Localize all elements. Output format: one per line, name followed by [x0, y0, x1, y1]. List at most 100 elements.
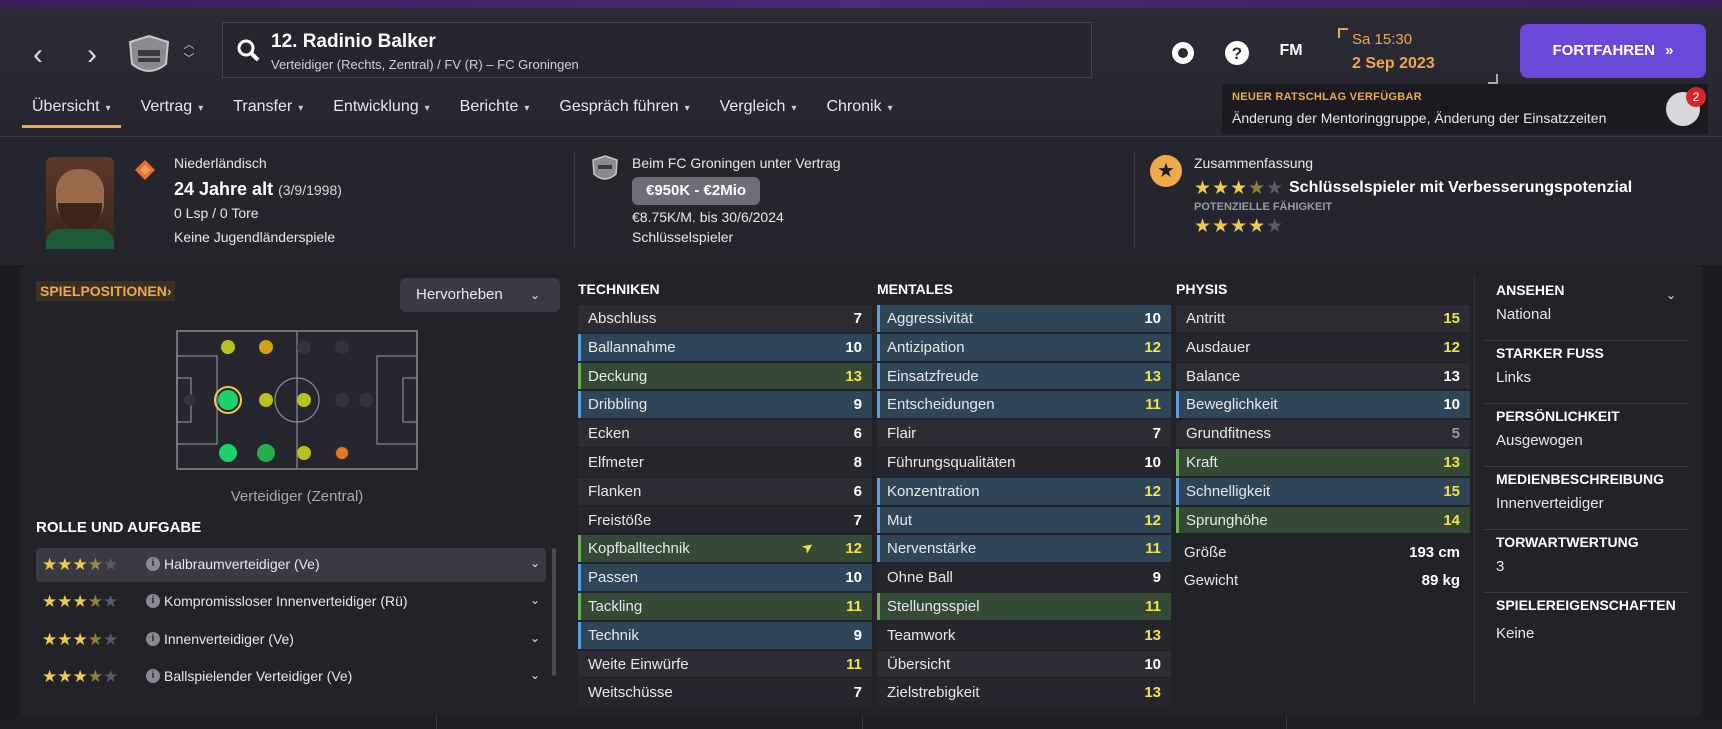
attribute-row[interactable]: Mut 12	[877, 506, 1171, 535]
tab-reports[interactable]: Berichte ▾	[448, 88, 542, 128]
tab-compare[interactable]: Vergleich ▾	[708, 88, 809, 128]
chevron-down-icon[interactable]: ⌄	[530, 668, 540, 682]
attribute-row[interactable]: Deckung 13	[578, 362, 872, 391]
forward-arrow-icon[interactable]: ›	[78, 38, 106, 74]
info-icon[interactable]: i	[146, 669, 160, 683]
attribute-row[interactable]: Nervenstärke 11	[877, 534, 1171, 563]
tab-contract[interactable]: Vertrag ▾	[129, 88, 216, 128]
fm-menu-button[interactable]: FM	[1276, 42, 1306, 72]
attribute-row[interactable]: Passen 10	[578, 563, 872, 592]
chevron-down-icon[interactable]: ⌄	[1666, 288, 1676, 302]
attribute-row[interactable]: Schnelligkeit 15	[1176, 477, 1470, 506]
personality-block: PERSÖNLICHKEIT Ausgewogen	[1484, 404, 1688, 467]
role-row[interactable]: ★★★★★ i Innenverteidiger (Ve) ⌄	[36, 623, 546, 657]
attribute-row[interactable]: Zielstrebigkeit 13	[877, 678, 1171, 707]
attribute-row[interactable]: Sprunghöhe 14	[1176, 506, 1470, 535]
svg-text:?: ?	[1232, 44, 1242, 63]
tab-label: Berichte	[459, 98, 519, 115]
side-heading: ANSEHEN	[1496, 282, 1565, 298]
reputation-block[interactable]: ANSEHEN National ⌄	[1484, 278, 1688, 341]
attribute-row[interactable]: Ballannahme 10	[578, 333, 872, 362]
attribute-value: 13	[1144, 626, 1161, 644]
attribute-row[interactable]: Balance 13	[1176, 362, 1470, 391]
back-arrow-icon[interactable]: ‹	[24, 38, 52, 74]
chevron-down-icon[interactable]: ⌄	[530, 593, 540, 607]
attribute-value: 11	[846, 655, 862, 673]
attribute-value: 7	[1152, 425, 1161, 443]
side-heading: TORWARTWERTUNG	[1496, 534, 1639, 550]
attribute-row[interactable]: Ohne Ball 9	[877, 563, 1171, 592]
world-ball-icon[interactable]	[1168, 38, 1198, 68]
attribute-row[interactable]: Flair 7	[877, 419, 1171, 448]
attribute-row[interactable]: Weite Einwürfe 11	[578, 650, 872, 679]
continue-button[interactable]: FORTFAHREN »	[1520, 24, 1706, 78]
role-row[interactable]: ★★★★★ i Halbraumverteidiger (Ve) ⌄	[36, 548, 546, 582]
value-badge[interactable]: €950K - €2Mio	[632, 177, 761, 205]
tab-interaction[interactable]: Gespräch führen ▾	[547, 88, 701, 128]
player-header-box[interactable]: 12. Radinio Balker Verteidiger (Rechts, …	[222, 22, 1092, 78]
date-time-block[interactable]: Sa 15:30 2 Sep 2023	[1338, 28, 1498, 84]
attribute-value: 10	[1443, 396, 1460, 414]
chevron-down-icon: ▾	[198, 103, 204, 114]
chevron-down-icon[interactable]: ⌄	[530, 556, 540, 570]
role-row[interactable]: ★★★★★ i Kompromissloser Innenverteidiger…	[36, 585, 546, 619]
netherlands-flag-icon[interactable]	[134, 159, 156, 181]
attribute-row[interactable]: Antritt 15	[1176, 304, 1470, 333]
attribute-value: 11	[1145, 540, 1161, 558]
double-chevron-icon: »	[1665, 42, 1674, 59]
positions-title-link[interactable]: SPIELPOSITIONEN›	[36, 281, 176, 301]
role-stars: ★★★★★	[42, 592, 119, 611]
attribute-row[interactable]: Grundfitness 5	[1176, 419, 1470, 448]
attribute-row[interactable]: Antizipation 12	[877, 333, 1171, 362]
club-crest-icon[interactable]	[590, 155, 620, 185]
tab-history[interactable]: Chronik ▾	[814, 88, 904, 128]
role-stars: ★★★★★	[42, 667, 119, 686]
attribute-row[interactable]: Aggressivität 10	[877, 304, 1171, 333]
tab-development[interactable]: Entwicklung ▾	[321, 88, 441, 128]
attribute-row[interactable]: Abschluss 7	[578, 304, 872, 333]
position-pitch[interactable]	[176, 330, 418, 470]
tab-overview[interactable]: Übersicht ▾	[20, 88, 123, 128]
attribute-value: 6	[853, 425, 862, 443]
attribute-row[interactable]: Stellungsspiel 11	[877, 592, 1171, 621]
attribute-row[interactable]: Weitschüsse 7	[578, 678, 872, 707]
attribute-row[interactable]: Technik 9	[578, 621, 872, 650]
search-icon[interactable]	[235, 37, 261, 63]
attribute-row[interactable]: Konzentration 12	[877, 477, 1171, 506]
attribute-row[interactable]: Führungsqualitäten 10	[877, 448, 1171, 477]
player-portrait[interactable]	[46, 157, 114, 249]
roles-scrollbar[interactable]	[552, 548, 556, 676]
attribute-name: Sprunghöhe	[1186, 511, 1268, 529]
player-info-strip: Niederländisch 24 Jahre alt (3/9/1998) 0…	[0, 137, 1722, 265]
star-icon: ★	[1150, 155, 1182, 187]
attribute-row[interactable]: Ausdauer 12	[1176, 333, 1470, 362]
attribute-row[interactable]: Kopfballtechnik 12 ➤	[578, 534, 872, 563]
club-crest-icon[interactable]	[126, 34, 172, 80]
attribute-row[interactable]: Elfmeter 8	[578, 448, 872, 477]
tab-transfer[interactable]: Transfer ▾	[221, 88, 315, 128]
attribute-row[interactable]: Dribbling 9	[578, 390, 872, 419]
attribute-row[interactable]: Einsatzfreude 13	[877, 362, 1171, 391]
preferred-foot-block: STARKER FUSS Links	[1484, 341, 1688, 404]
attribute-name: Weitschüsse	[588, 684, 673, 702]
help-icon[interactable]: ?	[1222, 38, 1252, 68]
attribute-row[interactable]: Teamwork 13	[877, 621, 1171, 650]
attribute-row[interactable]: Flanken 6	[578, 477, 872, 506]
info-icon[interactable]: i	[146, 632, 160, 646]
side-heading: PERSÖNLICHKEIT	[1496, 408, 1620, 424]
attribute-row[interactable]: Entscheidungen 11	[877, 390, 1171, 419]
info-icon[interactable]: i	[146, 594, 160, 608]
attribute-row[interactable]: Ecken 6	[578, 419, 872, 448]
player-switch-arrows[interactable]: ︿ ﹀	[180, 38, 198, 66]
attribute-row[interactable]: Beweglichkeit 10	[1176, 390, 1470, 419]
highlight-dropdown[interactable]: Hervorheben ⌄	[400, 278, 560, 312]
attribute-row[interactable]: Übersicht 10	[877, 650, 1171, 679]
attribute-row[interactable]: Kraft 13	[1176, 448, 1470, 477]
role-row[interactable]: ★★★★★ i Ballspielender Verteidiger (Ve) …	[36, 660, 546, 694]
advice-notification[interactable]: NEUER RATSCHLAG VERFÜGBAR Änderung der M…	[1222, 84, 1708, 134]
chevron-down-icon[interactable]: ⌄	[530, 631, 540, 645]
info-icon[interactable]: i	[146, 557, 160, 571]
attribute-row[interactable]: Freistöße 7	[578, 506, 872, 535]
attribute-row[interactable]: Tackling 11	[578, 592, 872, 621]
weight-value: 89 kg	[1421, 572, 1460, 589]
